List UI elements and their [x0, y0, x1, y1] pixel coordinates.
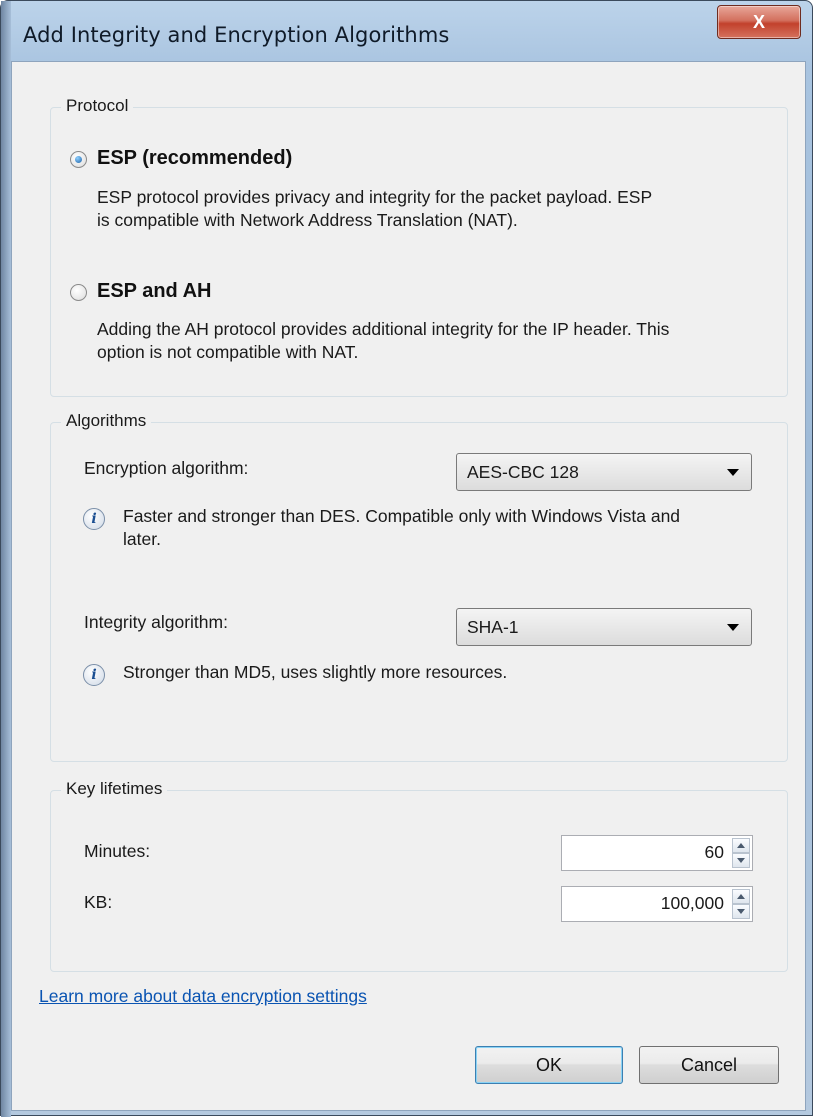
- spin-down-icon[interactable]: [732, 853, 750, 868]
- key-lifetimes-legend: Key lifetimes: [61, 779, 168, 799]
- option-esp-description: ESP protocol provides privacy and integr…: [97, 187, 652, 230]
- encryption-info-text: Faster and stronger than DES. Compatible…: [123, 506, 681, 549]
- integrity-info-text: Stronger than MD5, uses slightly more re…: [123, 662, 508, 682]
- algorithms-legend: Algorithms: [61, 411, 152, 431]
- chevron-down-icon: [727, 624, 739, 631]
- option-esp-ah-label[interactable]: ESP and AH: [97, 280, 211, 303]
- close-icon: X: [752, 11, 765, 32]
- close-button[interactable]: X: [717, 5, 801, 39]
- minutes-value[interactable]: 60: [705, 842, 724, 863]
- algorithms-group: Algorithms Encryption algorithm: AES-CBC…: [50, 411, 788, 762]
- spin-down-icon[interactable]: [732, 904, 750, 919]
- window-title: Add Integrity and Encryption Algorithms: [23, 23, 450, 47]
- kb-spin-buttons: [732, 889, 750, 919]
- encryption-algorithm-value: AES-CBC 128: [467, 462, 579, 482]
- spin-up-icon[interactable]: [732, 838, 750, 853]
- radio-selected-dot: [75, 156, 82, 163]
- option-esp-ah-description: Adding the AH protocol provides addition…: [97, 319, 670, 362]
- learn-more-link[interactable]: Learn more about data encryption setting…: [39, 986, 367, 1007]
- window-frame-edge: [1, 1, 11, 1117]
- integrity-algorithm-select[interactable]: SHA-1: [456, 608, 752, 646]
- minutes-spin-buttons: [732, 838, 750, 868]
- cancel-button[interactable]: Cancel: [639, 1046, 779, 1084]
- radio-esp-ah[interactable]: [70, 284, 87, 301]
- kb-stepper[interactable]: 100,000: [561, 886, 753, 922]
- dialog-client-area: Protocol ESP (recommended) ESP protocol …: [11, 61, 806, 1111]
- spin-up-icon[interactable]: [732, 889, 750, 904]
- option-esp-label[interactable]: ESP (recommended): [97, 147, 292, 170]
- ok-button[interactable]: OK: [475, 1046, 623, 1084]
- kb-value[interactable]: 100,000: [661, 893, 724, 914]
- minutes-stepper[interactable]: 60: [561, 835, 753, 871]
- chevron-down-icon: [727, 469, 739, 476]
- key-lifetimes-group: Key lifetimes Minutes: 60 KB: 100,000: [50, 779, 788, 972]
- information-icon: i: [83, 508, 105, 530]
- information-icon: i: [83, 664, 105, 686]
- dialog-window: Add Integrity and Encryption Algorithms …: [0, 0, 813, 1117]
- minutes-label: Minutes:: [84, 841, 151, 861]
- encryption-algorithm-label: Encryption algorithm:: [84, 458, 249, 478]
- encryption-algorithm-select[interactable]: AES-CBC 128: [456, 453, 752, 491]
- protocol-legend: Protocol: [61, 96, 134, 116]
- kb-label: KB:: [84, 892, 113, 912]
- integrity-algorithm-value: SHA-1: [467, 617, 519, 637]
- protocol-group: Protocol ESP (recommended) ESP protocol …: [50, 96, 788, 397]
- integrity-algorithm-label: Integrity algorithm:: [84, 612, 228, 632]
- radio-esp[interactable]: [70, 151, 87, 168]
